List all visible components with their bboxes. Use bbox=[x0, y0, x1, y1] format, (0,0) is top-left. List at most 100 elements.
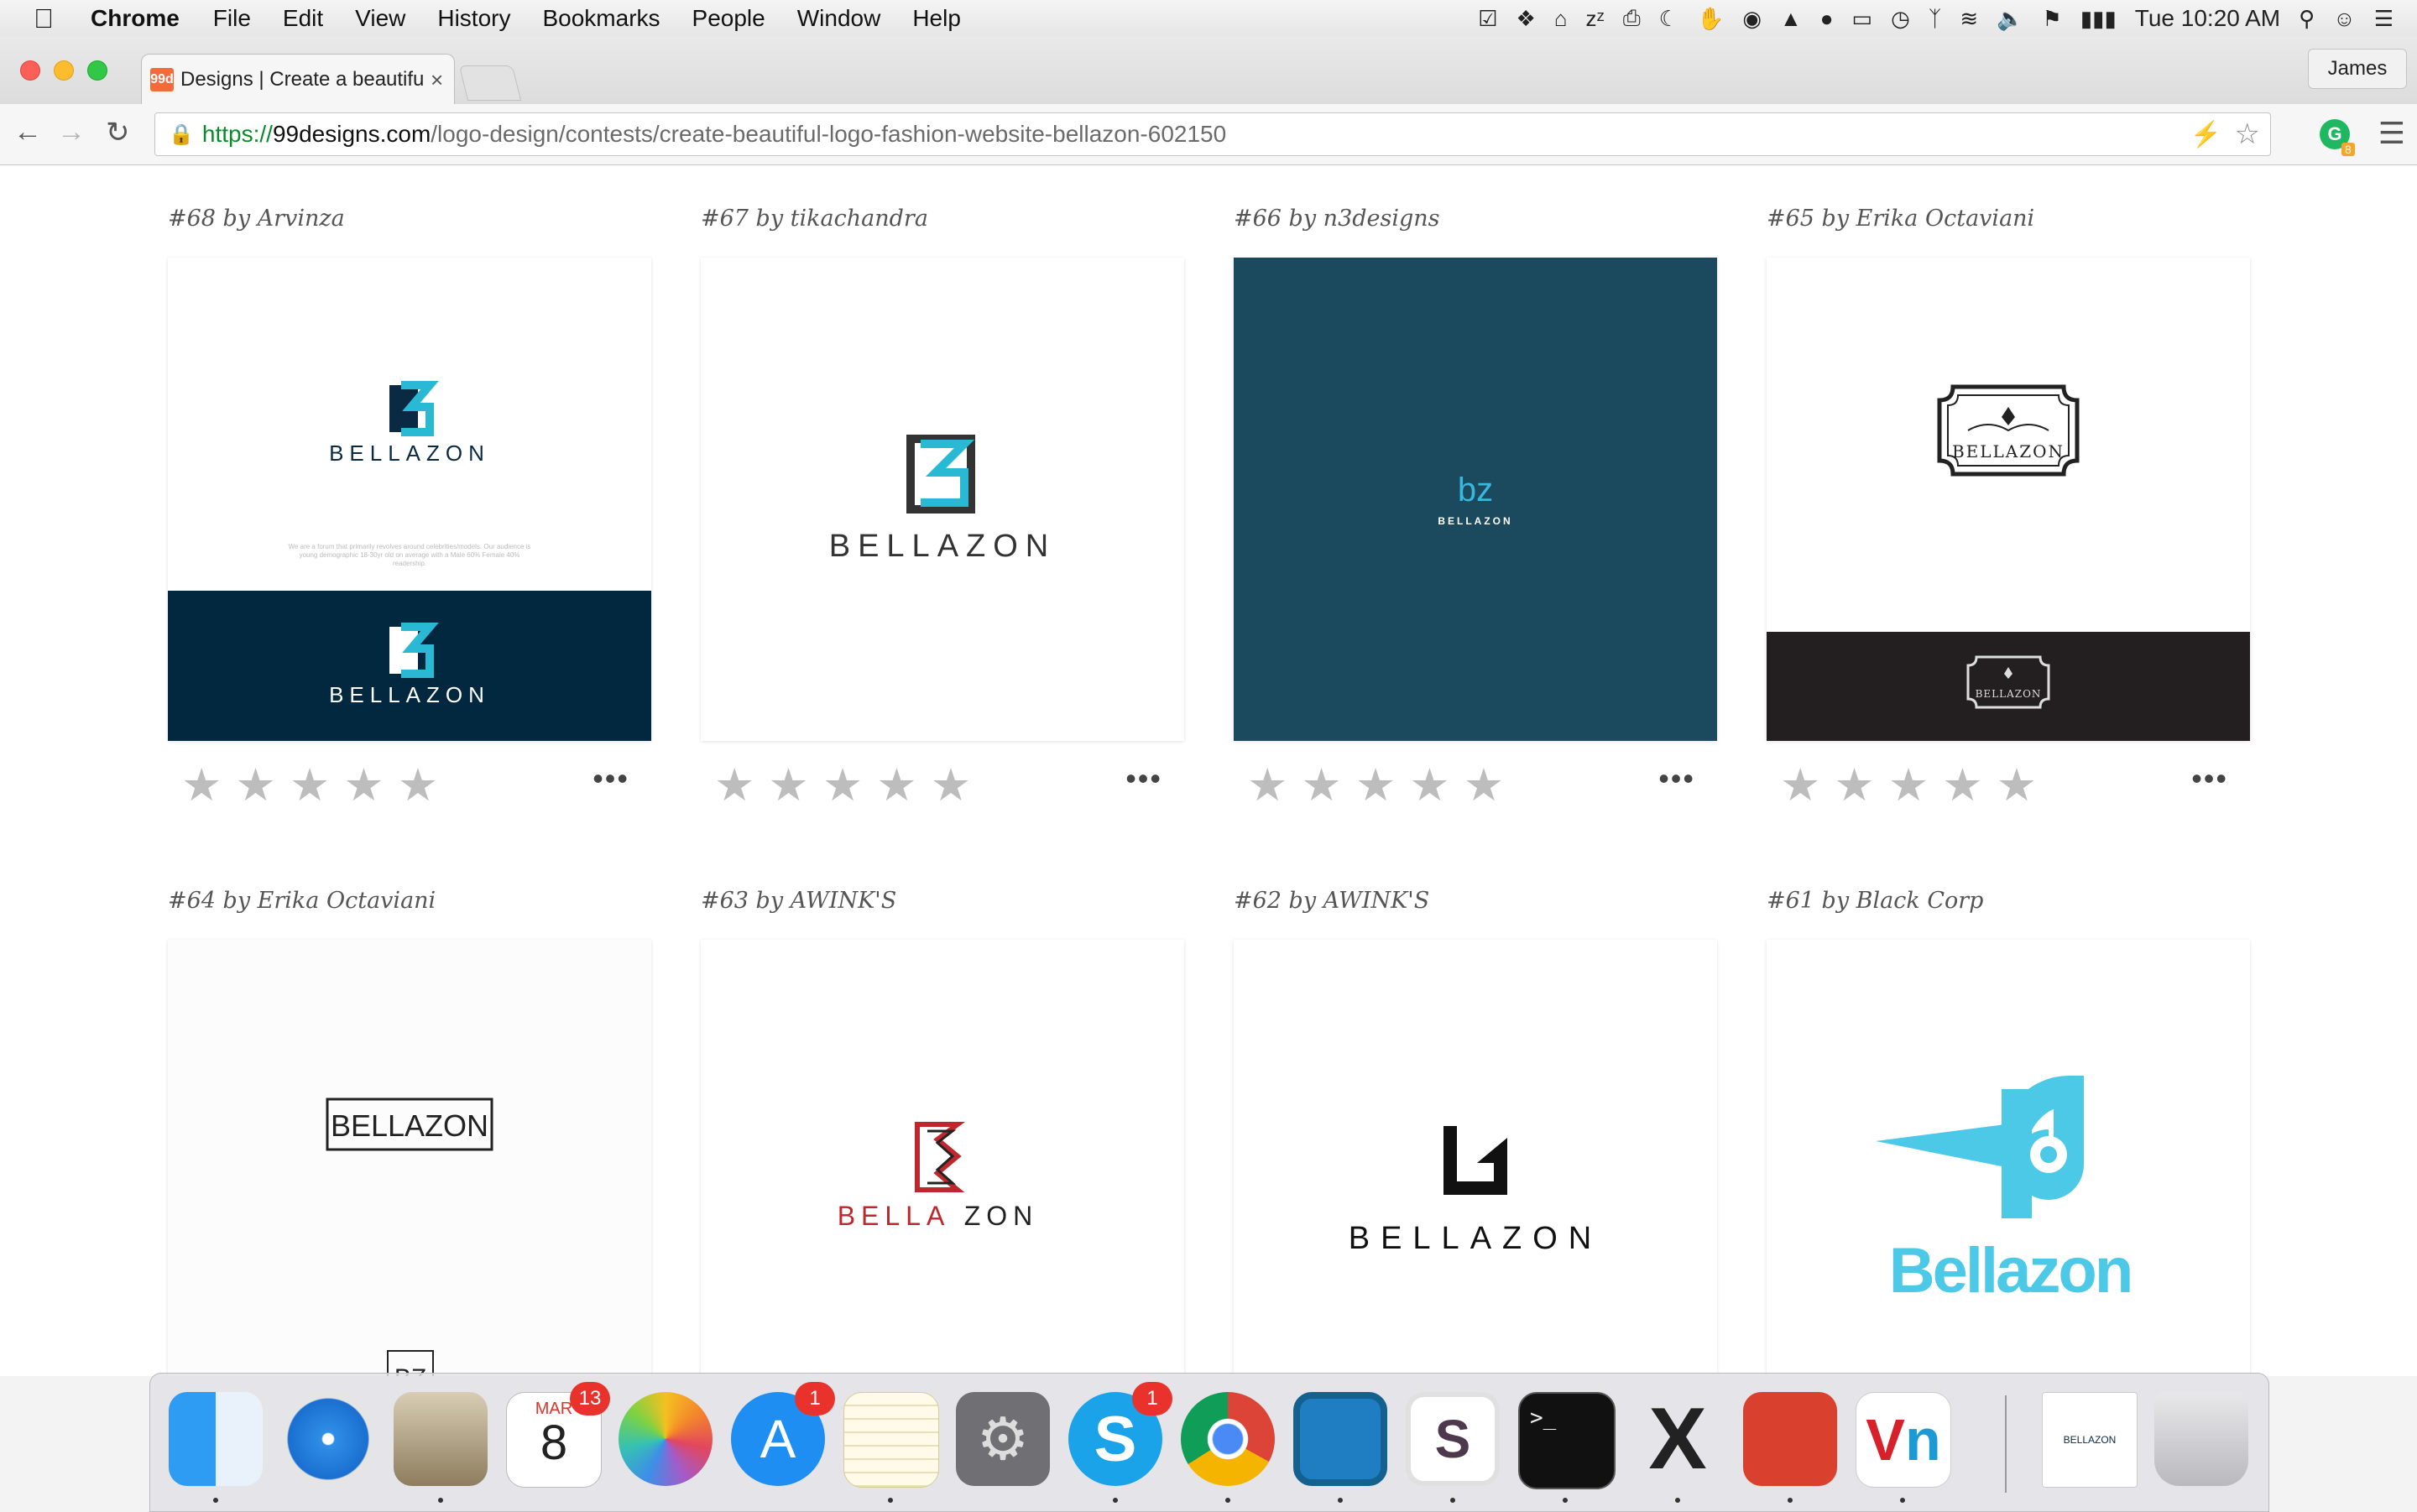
star-icon[interactable]: ★ bbox=[343, 763, 384, 808]
vnc-viewer-icon[interactable]: Vn bbox=[1856, 1392, 1951, 1488]
star-icon[interactable]: ★ bbox=[768, 763, 808, 808]
chrome-menu-icon[interactable]: ☰ bbox=[2378, 116, 2405, 151]
design-thumbnail[interactable]: BELLAZON We are a forum that primarily r… bbox=[168, 258, 651, 741]
chrome-icon[interactable] bbox=[1181, 1392, 1275, 1486]
checkmark-circle-icon[interactable]: ☑ bbox=[1478, 6, 1497, 32]
menu-edit[interactable]: Edit bbox=[283, 5, 323, 32]
sleep-icon[interactable]: zᶻ bbox=[1586, 6, 1605, 32]
avatar-icon[interactable]: ● bbox=[1820, 6, 1834, 32]
design-thumbnail[interactable]: Bellazon bbox=[1767, 940, 2250, 1376]
profile-button[interactable]: James bbox=[2308, 49, 2407, 89]
more-options-button[interactable]: ••• bbox=[1658, 761, 1695, 796]
star-icon[interactable]: ★ bbox=[714, 763, 754, 808]
close-tab-icon[interactable]: × bbox=[431, 67, 443, 93]
star-icon[interactable]: ★ bbox=[181, 763, 222, 808]
design-thumbnail[interactable]: bz BELLAZON bbox=[1234, 258, 1717, 741]
more-options-button[interactable]: ••• bbox=[2191, 761, 2228, 796]
new-tab-button[interactable] bbox=[458, 65, 522, 101]
menu-bookmarks[interactable]: Bookmarks bbox=[542, 5, 660, 32]
star-rating[interactable]: ★ ★ ★ ★ ★ bbox=[1247, 763, 1517, 808]
star-icon[interactable]: ★ bbox=[822, 763, 863, 808]
entry-caption[interactable]: #65 by Erika Octaviani bbox=[1767, 206, 2250, 239]
star-rating[interactable]: ★ ★ ★ ★ ★ bbox=[714, 763, 984, 808]
terminal-icon[interactable]: >_ bbox=[1518, 1392, 1616, 1489]
entry-caption[interactable]: #62 by AWINK'S bbox=[1234, 888, 1717, 921]
star-icon[interactable]: ★ bbox=[1780, 763, 1820, 808]
brackets-icon[interactable] bbox=[1293, 1392, 1387, 1486]
system-preferences-gear-icon[interactable]: ⚙ bbox=[956, 1392, 1050, 1486]
minimize-window-button[interactable] bbox=[54, 60, 74, 81]
star-icon[interactable]: ★ bbox=[1355, 763, 1396, 808]
menu-file[interactable]: File bbox=[213, 5, 251, 32]
wifi-icon[interactable]: ≋ bbox=[1960, 6, 1978, 32]
lock-icon[interactable]: 🔒 bbox=[169, 123, 194, 147]
home-icon[interactable]: ⌂ bbox=[1554, 6, 1568, 32]
more-options-button[interactable]: ••• bbox=[1125, 761, 1162, 796]
back-arrow-icon[interactable]: ← bbox=[13, 116, 42, 149]
close-window-button[interactable] bbox=[20, 60, 40, 81]
design-thumbnail[interactable]: BELLAZON bbox=[1234, 940, 1717, 1376]
flag-icon[interactable]: ⚑ bbox=[2043, 6, 2062, 32]
star-icon[interactable]: ★ bbox=[1888, 763, 1929, 808]
menu-view[interactable]: View bbox=[355, 5, 405, 32]
safari-icon[interactable] bbox=[281, 1392, 375, 1486]
star-icon[interactable]: ★ bbox=[1464, 763, 1504, 808]
photos-icon[interactable] bbox=[619, 1392, 713, 1486]
lightning-icon[interactable]: ⚡ bbox=[2190, 120, 2221, 149]
document-thumbnail-icon[interactable]: BELLAZON bbox=[2042, 1392, 2138, 1488]
star-icon[interactable]: ★ bbox=[1834, 763, 1874, 808]
star-icon[interactable]: ★ bbox=[1997, 763, 2037, 808]
entry-caption[interactable]: #68 by Arvinza bbox=[168, 206, 651, 239]
star-icon[interactable]: ★ bbox=[876, 763, 916, 808]
design-thumbnail[interactable]: BELLAZON BELLAZON bbox=[1767, 258, 2250, 741]
entry-caption[interactable]: #66 by n3designs bbox=[1234, 206, 1717, 239]
bluetooth-icon[interactable]: ᛉ bbox=[1929, 6, 1942, 32]
menu-help[interactable]: Help bbox=[912, 5, 961, 32]
mail-icon[interactable] bbox=[394, 1392, 488, 1486]
star-icon[interactable]: ★ bbox=[1409, 763, 1449, 808]
star-icon[interactable]: ★ bbox=[1942, 763, 1982, 808]
star-rating[interactable]: ★ ★ ★ ★ ★ bbox=[1780, 763, 2050, 808]
design-thumbnail[interactable]: BELLA ZON bbox=[701, 940, 1184, 1376]
address-bar[interactable]: 🔒 https:// 99designs.com /logo-design/co… bbox=[154, 112, 2271, 156]
star-icon[interactable]: ★ bbox=[1301, 763, 1341, 808]
star-icon[interactable]: ★ bbox=[398, 763, 438, 808]
dropbox-icon[interactable]: ❖ bbox=[1516, 6, 1536, 32]
entry-caption[interactable]: #64 by Erika Octaviani bbox=[168, 888, 651, 921]
printer-icon[interactable]: ⎙ bbox=[1623, 5, 1641, 32]
google-drive-icon[interactable]: ▲ bbox=[1780, 6, 1802, 32]
entry-caption[interactable]: #67 by tikachandra bbox=[701, 206, 1184, 239]
entry-caption[interactable]: #61 by Black Corp bbox=[1767, 888, 2250, 921]
remote-desktop-icon[interactable] bbox=[1743, 1392, 1837, 1486]
bookmark-star-icon[interactable]: ☆ bbox=[2235, 117, 2260, 151]
more-options-button[interactable]: ••• bbox=[593, 761, 629, 796]
menu-people[interactable]: People bbox=[692, 5, 765, 32]
slack-icon[interactable]: S bbox=[1406, 1392, 1500, 1486]
forward-arrow-icon[interactable]: → bbox=[57, 116, 86, 149]
fullscreen-window-button[interactable] bbox=[87, 60, 107, 81]
design-thumbnail[interactable]: BELLAZON BZ bbox=[168, 940, 651, 1376]
time-machine-icon[interactable]: ◷ bbox=[1891, 6, 1910, 32]
clock[interactable]: Tue 10:20 AM bbox=[2135, 5, 2280, 32]
record-icon[interactable]: ◉ bbox=[1742, 6, 1762, 32]
hand-icon[interactable]: ✋ bbox=[1697, 6, 1724, 32]
star-icon[interactable]: ★ bbox=[235, 763, 275, 808]
menu-history[interactable]: History bbox=[437, 5, 510, 32]
xquartz-icon[interactable]: X bbox=[1631, 1390, 1725, 1488]
star-icon[interactable]: ★ bbox=[1247, 763, 1287, 808]
design-thumbnail[interactable]: BELLAZON bbox=[701, 258, 1184, 741]
reload-icon[interactable]: ↻ bbox=[106, 116, 130, 149]
moon-icon[interactable]: ☾ bbox=[1659, 6, 1678, 32]
user-icon[interactable]: ☺ bbox=[2333, 6, 2356, 32]
star-rating[interactable]: ★ ★ ★ ★ ★ bbox=[181, 763, 452, 808]
battery-icon[interactable]: ▮▮▮ bbox=[2080, 6, 2117, 32]
entry-caption[interactable]: #63 by AWINK'S bbox=[701, 888, 1184, 921]
menu-window[interactable]: Window bbox=[797, 5, 881, 32]
apple-menu-icon[interactable]:  bbox=[34, 3, 67, 34]
tab-designs[interactable]: 99d Designs | Create a beautiful logo × bbox=[141, 54, 455, 105]
finder-icon[interactable] bbox=[169, 1392, 263, 1486]
trash-icon[interactable] bbox=[2154, 1392, 2248, 1486]
notification-center-icon[interactable]: ☰ bbox=[2374, 6, 2394, 32]
notes-icon[interactable] bbox=[843, 1392, 939, 1488]
airplay-icon[interactable]: ▭ bbox=[1852, 6, 1873, 32]
